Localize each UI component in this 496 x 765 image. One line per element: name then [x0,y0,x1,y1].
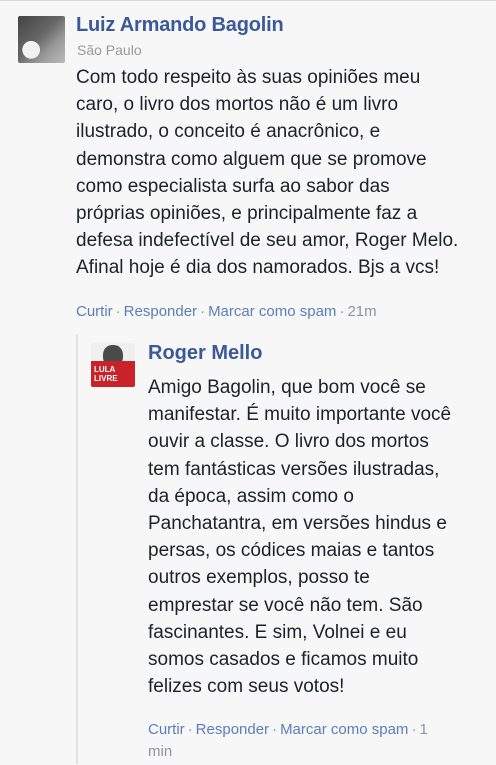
separator: · [272,721,278,738]
reply-text-line: Panchatantra, em versões hindus e [148,513,447,535]
reply-text-line: Amigo Bagolin, que bom você se [148,377,426,398]
comment-text-line: ilustrado, o conceito é anacrônico, e [76,121,381,143]
comment-text-line: Afinal hoje é dia dos namorados. Bjs a v… [76,257,440,279]
reply-timestamp[interactable]: 1 [419,721,427,738]
like-link[interactable]: Curtir [76,303,113,320]
comment-text-line: Com todo respeito às suas opiniões meu [76,67,421,88]
like-link[interactable]: Curtir [148,721,185,738]
comment-text-line: defesa indefectível de seu amor, Roger M… [76,230,459,252]
reply-link[interactable]: Responder [124,303,197,320]
reply-actions: Curtir · Responder · Marcar como spam · 1 min [148,719,484,763]
reply-text-line: ouvir a classe. O livro dos mortos [148,431,429,453]
reply-link[interactable]: Responder [196,721,269,738]
separator: · [115,303,121,320]
separator: · [339,303,345,320]
reply-text-line: manifestar. É muito importante você [148,404,452,426]
reply-text-line: persas, os códices maias e tantos [148,540,435,562]
reply-text-line: tem fantásticas versões ilustradas, [148,458,440,480]
reply-text-line: somos casados e ficamos muito [148,649,419,671]
comment-text-line: como especialista surfa ao sabor das [76,175,390,197]
avatar[interactable]: LULA LIVRE [91,343,135,387]
mark-spam-link[interactable]: Marcar como spam [280,721,408,738]
reply-timestamp-unit[interactable]: min [148,743,172,760]
reply-text-line: da época, assim como o [148,485,354,507]
avatar[interactable] [18,16,65,63]
comment-actions: Curtir · Responder · Marcar como spam · 21m [76,302,377,322]
comment-text-line: caro, o livro dos mortos não é um livro [76,94,399,116]
separator: · [411,721,417,738]
comment-author[interactable]: Luiz Armando Bagolin [76,14,284,37]
top-divider [0,0,496,1]
reply-thread-line [76,334,78,764]
reply-text-line: outros exemplos, posso te [148,567,370,589]
comment-location: São Paulo [77,42,142,58]
reply-text: Amigo Bagolin, que bom você se manifesta… [148,374,484,700]
comment-timestamp[interactable]: 21m [347,303,376,320]
reply-author[interactable]: Roger Mello [148,342,262,365]
reply-text-line: fascinantes. E sim, Volnei e eu [148,621,407,643]
separator: · [200,303,206,320]
reply-text-line: felizes com seus votos! [148,676,345,698]
separator: · [187,721,193,738]
comment-text-line: próprias opiniões, e principalmente faz … [76,203,418,225]
comment-text-line: demonstra como alguem que se promove [76,148,427,170]
reply-text-line: emprestar se você não tem. São [148,594,423,616]
avatar-banner: LULA LIVRE [91,361,135,387]
mark-spam-link[interactable]: Marcar como spam [208,303,336,320]
comment-text: Com todo respeito às suas opiniões meu c… [76,64,486,282]
